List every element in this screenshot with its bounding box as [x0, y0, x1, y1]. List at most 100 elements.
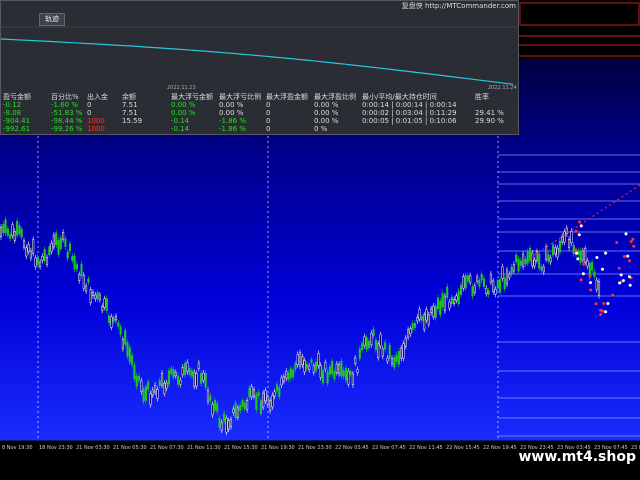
- stats-table-header: 盈亏金额 百分比% 出入金 余额 最大浮亏金额 最大浮亏比例 最大浮盈金额 最大…: [1, 93, 518, 101]
- candle-body: [446, 286, 449, 298]
- candle-body: [430, 308, 433, 313]
- candle-body: [441, 293, 444, 308]
- candle-body: [13, 231, 16, 241]
- candle-body: [361, 343, 364, 350]
- candle-body: [128, 347, 131, 363]
- panel-titlebar: 复盘侠 http://MTCommander.com: [1, 1, 520, 13]
- candle-body: [71, 256, 74, 261]
- stats-table-cell: 0.00 %: [314, 109, 339, 117]
- candle-body: [563, 231, 566, 243]
- candle-body: [48, 246, 51, 256]
- header-hold-time: 最小/平均/最大持仓时间: [362, 93, 437, 101]
- candle-body: [351, 373, 354, 386]
- trade-marker: [618, 281, 622, 285]
- trade-marker: [576, 257, 580, 261]
- candle-body: [436, 297, 440, 309]
- stats-table-cell: 1000: [87, 117, 105, 125]
- trade-marker: [615, 241, 619, 244]
- stats-table-cell: 0.00 %: [171, 101, 196, 109]
- candle-body: [278, 387, 281, 397]
- candle-body: [312, 365, 315, 373]
- candle-body: [416, 316, 419, 322]
- candle-body: [294, 363, 297, 370]
- candle-body: [501, 266, 504, 279]
- candle-body: [492, 280, 495, 292]
- trade-marker: [589, 288, 593, 292]
- stats-table-cell: -1.86 %: [219, 117, 246, 125]
- candle-body: [542, 266, 545, 273]
- candle-body: [209, 395, 212, 401]
- candle-body: [554, 247, 557, 255]
- candle-body: [538, 253, 541, 269]
- candle-body: [384, 342, 387, 350]
- candle-body: [213, 400, 216, 411]
- candle-body: [545, 246, 548, 260]
- candle-body: [170, 368, 173, 374]
- candle-body: [503, 277, 506, 290]
- candle-body: [16, 220, 19, 236]
- candle-body: [321, 370, 325, 384]
- header-max-float-loss: 最大浮亏金额: [171, 93, 213, 101]
- candle-body: [310, 359, 313, 363]
- candle-body: [298, 352, 302, 367]
- candle-body: [515, 254, 518, 262]
- stats-table-cell: -0.12: [3, 101, 22, 109]
- candle-body: [331, 361, 334, 375]
- candle-body: [499, 279, 502, 293]
- candle-body: [137, 376, 141, 381]
- candle-body: [473, 285, 476, 294]
- candle-body: [591, 261, 594, 271]
- trade-marker: [604, 310, 608, 314]
- candle-body: [147, 381, 150, 390]
- replay-stats-panel: 复盘侠 http://MTCommander.com 轨迹 2022.11.23…: [0, 0, 519, 135]
- trade-marker: [628, 259, 631, 263]
- candle-body: [57, 239, 60, 255]
- candle-body: [581, 250, 584, 261]
- stats-table-cell: 7.51: [122, 109, 138, 117]
- candle-body: [149, 393, 152, 405]
- candle-body: [386, 357, 389, 362]
- candle-body: [59, 237, 62, 249]
- time-axis-label: 21 Nov 15:30: [224, 445, 258, 451]
- candle-body: [197, 362, 200, 369]
- candle-body: [285, 371, 288, 379]
- candle-body: [367, 340, 371, 348]
- trade-marker: [601, 267, 604, 271]
- candle-body: [234, 402, 237, 418]
- trade-marker: [627, 275, 631, 279]
- candle-body: [303, 360, 306, 373]
- candle-body: [586, 260, 589, 267]
- candle-body: [66, 251, 69, 259]
- equity-curve-chart: [1, 26, 518, 85]
- candle-body: [271, 395, 274, 408]
- equity-curve-line: [1, 38, 514, 85]
- candle-body: [305, 364, 308, 369]
- candle-body: [9, 234, 12, 239]
- candle-body: [572, 244, 575, 254]
- trade-marker: [577, 233, 581, 237]
- candle-body: [22, 240, 26, 248]
- candle-body: [393, 357, 396, 368]
- candle-body: [73, 255, 76, 270]
- candle-body: [202, 372, 205, 381]
- candle-body: [370, 332, 373, 345]
- trade-marker: [626, 254, 630, 258]
- stats-table-cell: 0.00 %: [219, 101, 244, 109]
- candle-body: [246, 400, 249, 410]
- stats-table-cell: 0.00 %: [314, 117, 339, 125]
- candle-body: [344, 368, 348, 381]
- stats-table-cell: -8.08: [3, 109, 22, 117]
- stats-table-row: -904.41 -98.44 % 1000 15.59 -0.14 -1.86 % 0 0.0…: [1, 117, 518, 125]
- candle-body: [335, 363, 338, 373]
- stats-table-cell: 0.00 %: [314, 101, 339, 109]
- candle-body: [462, 276, 465, 289]
- candle-body: [216, 403, 219, 412]
- candle-body: [407, 329, 410, 338]
- header-pnl: 盈亏金额: [3, 93, 31, 101]
- brand-label: 复盘侠 http://MTCommander.com: [401, 2, 516, 10]
- trade-marker: [574, 229, 578, 233]
- trade-marker: [575, 251, 579, 255]
- candle-body: [151, 389, 154, 396]
- candle-body: [338, 364, 341, 374]
- stats-table-cell: -98.44 %: [51, 117, 83, 125]
